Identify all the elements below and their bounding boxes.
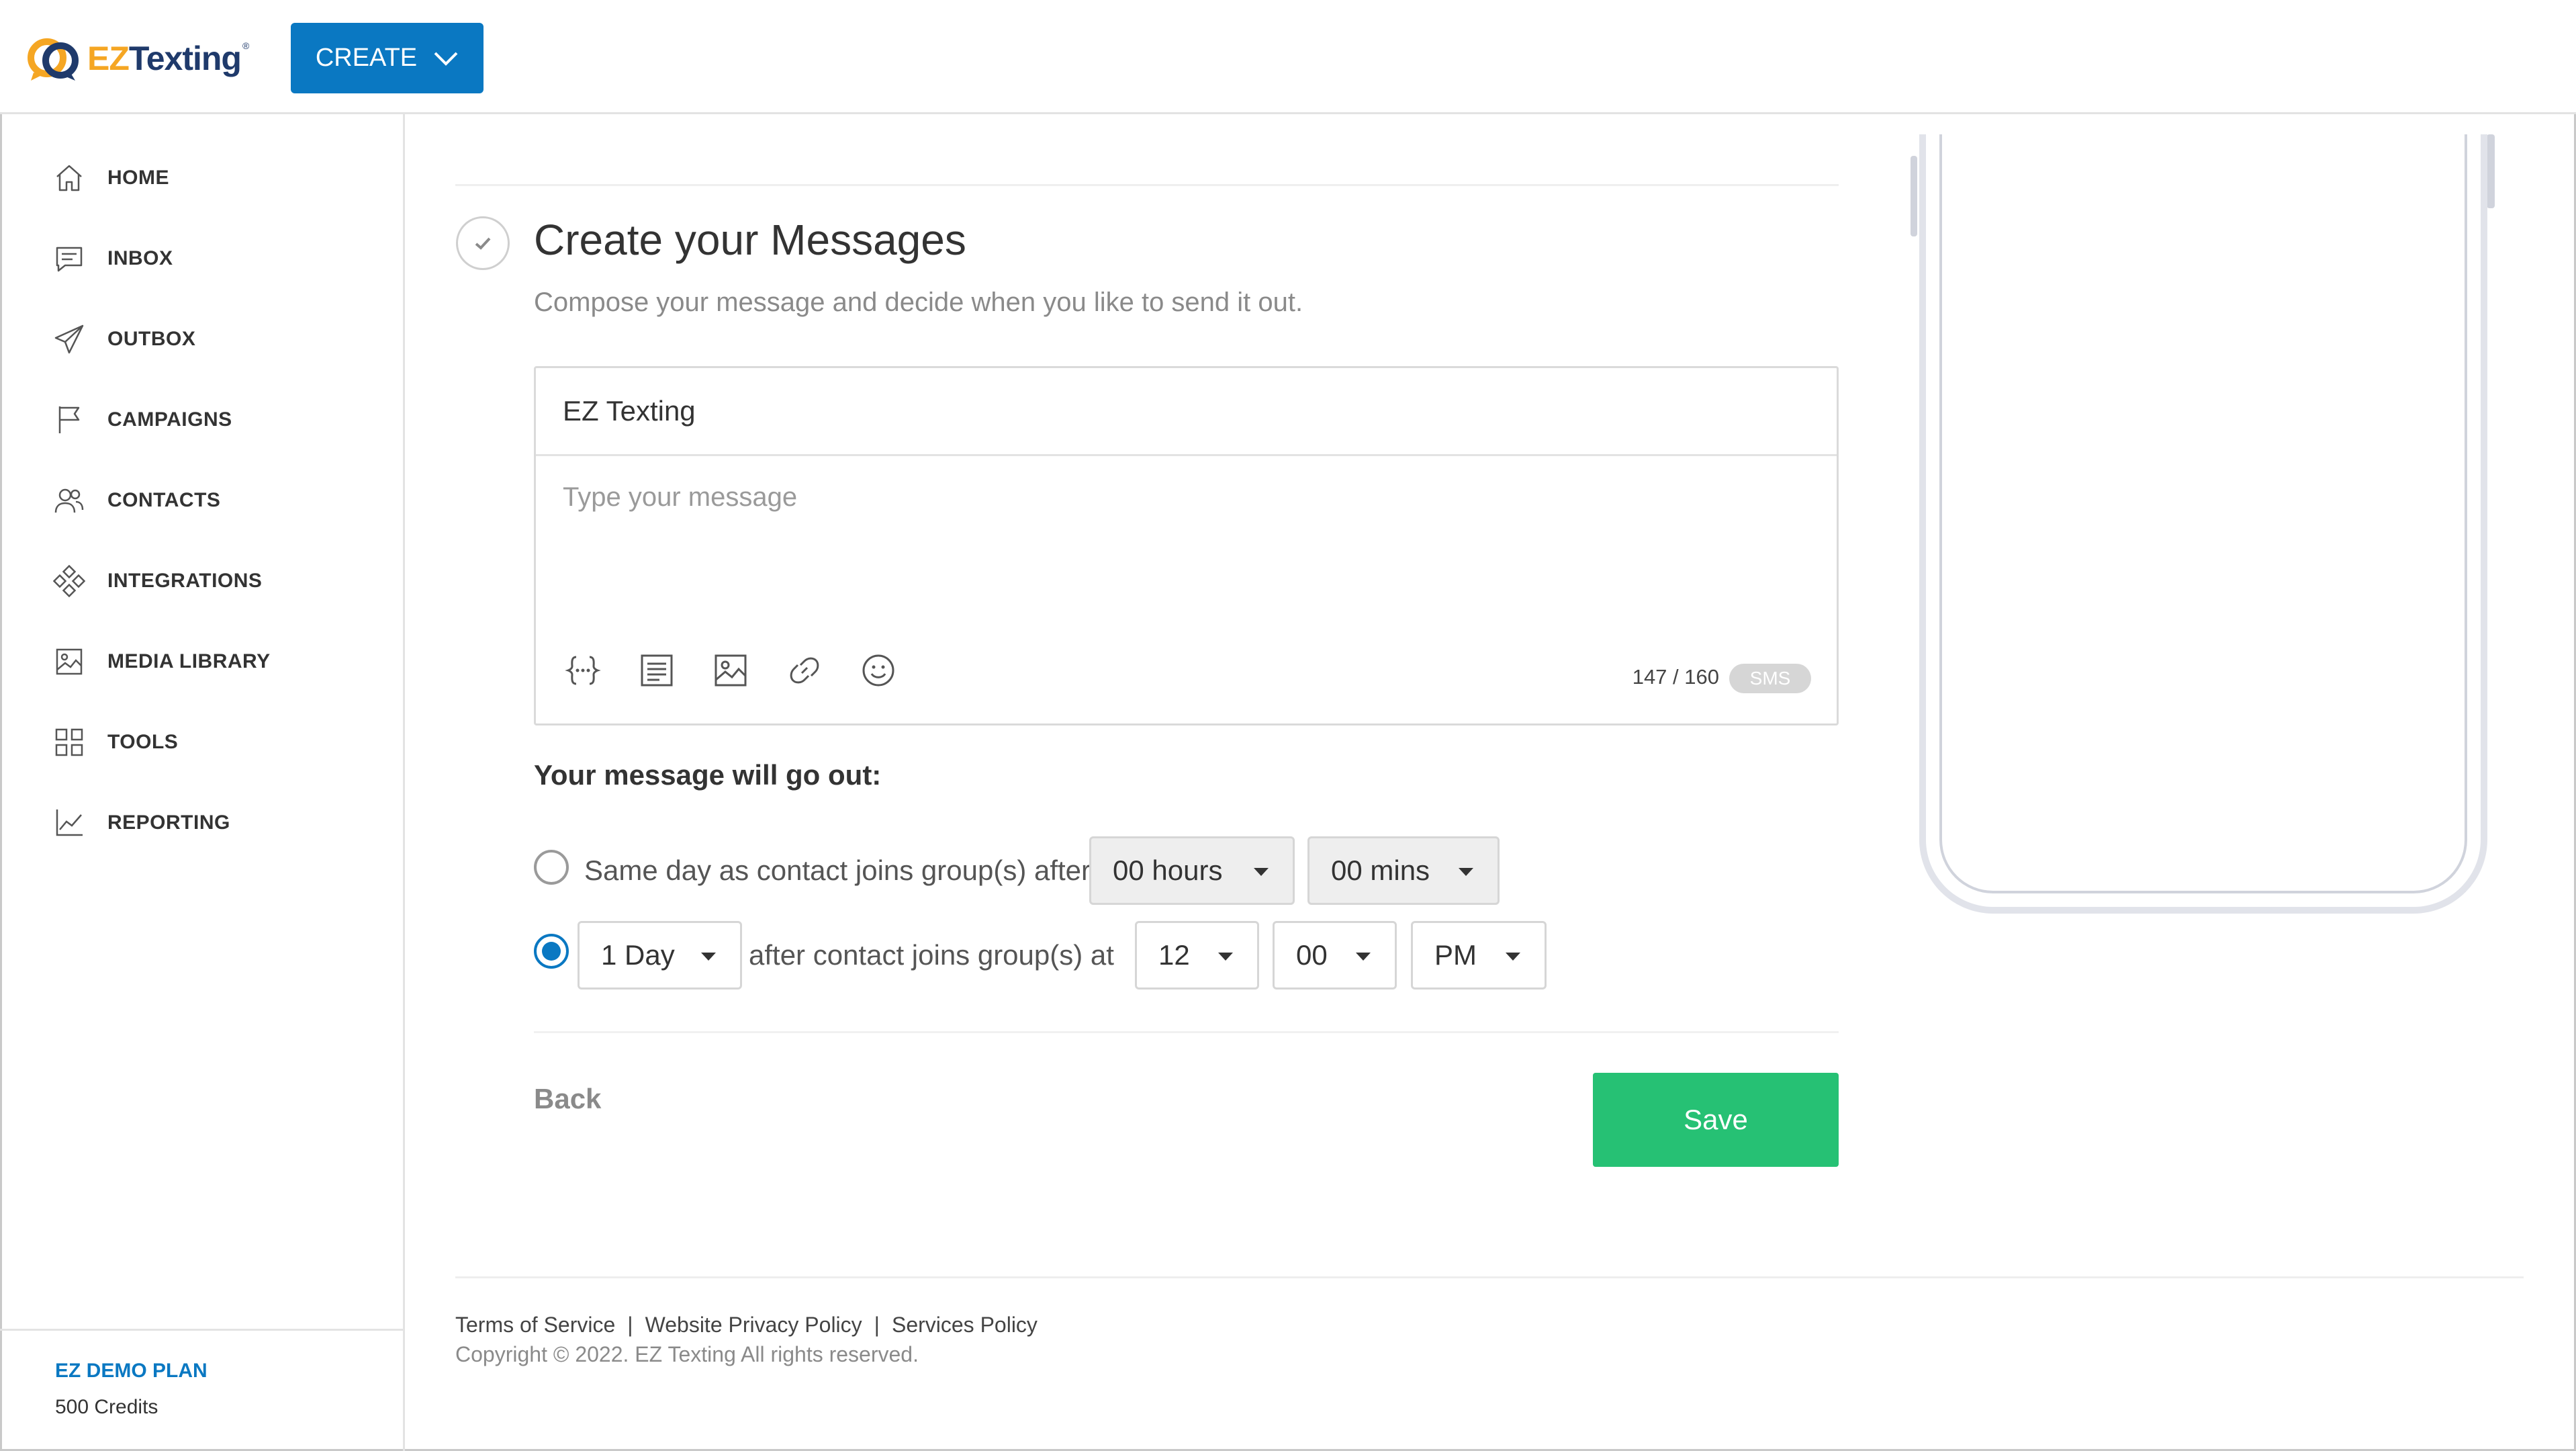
top-header: EZTexting ® CREATE [0,0,2576,114]
schedule-same-day-radio[interactable] [534,850,569,885]
sidebar-item-integrations[interactable]: INTEGRATIONS [52,554,262,608]
sidebar-item-label: CONTACTS [107,489,221,511]
sidebar-item-label: OUTBOX [107,328,196,350]
schedule-heading: Your message will go out: [534,759,882,791]
footer-separator: | [874,1313,880,1337]
schedule-same-day-label: Same day as contact joins group(s) after [584,854,1091,886]
caret-down-icon [1459,868,1473,876]
message-input[interactable] [563,482,1812,590]
minute-dropdown-value: 00 [1296,939,1328,971]
sidebar-item-label: TOOLS [107,731,179,753]
step-check-indicator [456,216,510,270]
mins-dropdown[interactable]: 00 mins [1307,836,1500,905]
character-counter: 147 / 160 [1632,665,1719,689]
day-offset-dropdown[interactable]: 1 Day [578,921,742,990]
flag-icon [52,403,86,437]
sidebar-item-tools[interactable]: TOOLS [52,715,178,769]
sidebar-item-label: INTEGRATIONS [107,570,263,592]
hours-dropdown[interactable]: 00 hours [1089,836,1295,905]
hours-dropdown-value: 00 hours [1113,854,1223,886]
phone-screen [1939,134,2467,893]
page-title: Create your Messages [534,216,966,264]
create-button-label: CREATE [315,44,418,72]
caret-down-icon [1506,953,1520,961]
sidebar-item-inbox[interactable]: INBOX [52,232,173,285]
sms-badge: SMS [1729,664,1811,693]
sidebar-item-campaigns[interactable]: CAMPAIGNS [52,393,232,447]
plan-name[interactable]: EZ DEMO PLAN [55,1360,208,1382]
caret-down-icon [1356,953,1371,961]
services-policy-link[interactable]: Services Policy [892,1313,1038,1337]
emoji-icon[interactable] [858,650,899,691]
ampm-dropdown[interactable]: PM [1411,921,1547,990]
caret-down-icon [701,953,716,961]
image-icon[interactable] [710,650,751,691]
sender-name[interactable]: EZ Texting [536,368,1837,456]
chart-line-icon [52,806,86,840]
chevron-down-icon [434,52,458,66]
sidebar-footer [0,1329,403,1451]
sidebar: HOME INBOX OUTBOX CAMPAIGNS CONTACTS INT… [0,114,405,1451]
sidebar-item-home[interactable]: HOME [52,151,169,205]
phone-preview [1919,134,2487,914]
back-button[interactable]: Back [534,1083,601,1115]
logo-texting: Texting [128,40,242,77]
logo-registered-mark: ® [242,40,250,51]
day-offset-dropdown-value: 1 Day [601,939,675,971]
sidebar-item-contacts[interactable]: CONTACTS [52,474,220,527]
footer-links: Terms of Service | Website Privacy Polic… [455,1313,1038,1337]
grid-icon [52,726,86,759]
sidebar-item-label: CAMPAIGNS [107,408,232,431]
sidebar-item-media-library[interactable]: MEDIA LIBRARY [52,635,271,689]
plan-credits: 500 Credits [55,1396,158,1418]
inbox-icon [52,242,86,275]
logo-ez: EZ [87,40,130,77]
image-icon [52,645,86,678]
minute-dropdown[interactable]: 00 [1273,921,1397,990]
caret-down-icon [1218,953,1233,961]
divider [455,1276,2524,1278]
paper-plane-icon [52,322,86,356]
divider [455,184,1839,186]
sidebar-item-label: INBOX [107,247,173,269]
logo-wordmark: EZTexting [87,39,242,78]
logo-mark-icon [27,35,85,82]
home-icon [52,161,86,195]
mins-dropdown-value: 00 mins [1331,854,1430,886]
link-icon[interactable] [784,650,825,691]
sidebar-item-reporting[interactable]: REPORTING [52,796,230,850]
phone-side-button [2487,134,2495,208]
schedule-day-offset-label: after contact joins group(s) at [749,939,1114,971]
hour-dropdown-value: 12 [1158,939,1190,971]
sidebar-item-outbox[interactable]: OUTBOX [52,312,195,366]
save-button[interactable]: Save [1593,1073,1839,1167]
message-composer: EZ Texting 147 / 160 SMS [534,366,1839,726]
template-icon[interactable] [637,650,677,691]
users-icon [52,484,86,517]
integrations-icon [52,564,86,598]
sidebar-item-label: REPORTING [107,811,230,834]
sidebar-item-label: MEDIA LIBRARY [107,650,271,672]
ampm-dropdown-value: PM [1434,939,1477,971]
divider [534,1031,1839,1033]
schedule-day-offset-radio[interactable] [534,934,569,969]
checkmark-icon [475,237,491,250]
sidebar-item-label: HOME [107,167,169,189]
terms-of-service-link[interactable]: Terms of Service [455,1313,615,1337]
caret-down-icon [1254,868,1269,876]
phone-side-button [1911,156,1917,236]
create-button[interactable]: CREATE [291,23,484,93]
page-subtitle: Compose your message and decide when you… [534,288,1303,317]
composer-toolbar [563,650,899,691]
merge-fields-icon[interactable] [563,650,603,691]
hour-dropdown[interactable]: 12 [1135,921,1259,990]
website-privacy-policy-link[interactable]: Website Privacy Policy [645,1313,862,1337]
footer-separator: | [627,1313,633,1337]
ez-texting-logo[interactable]: EZTexting ® [27,35,249,82]
copyright-text: Copyright © 2022. EZ Texting All rights … [455,1342,919,1366]
